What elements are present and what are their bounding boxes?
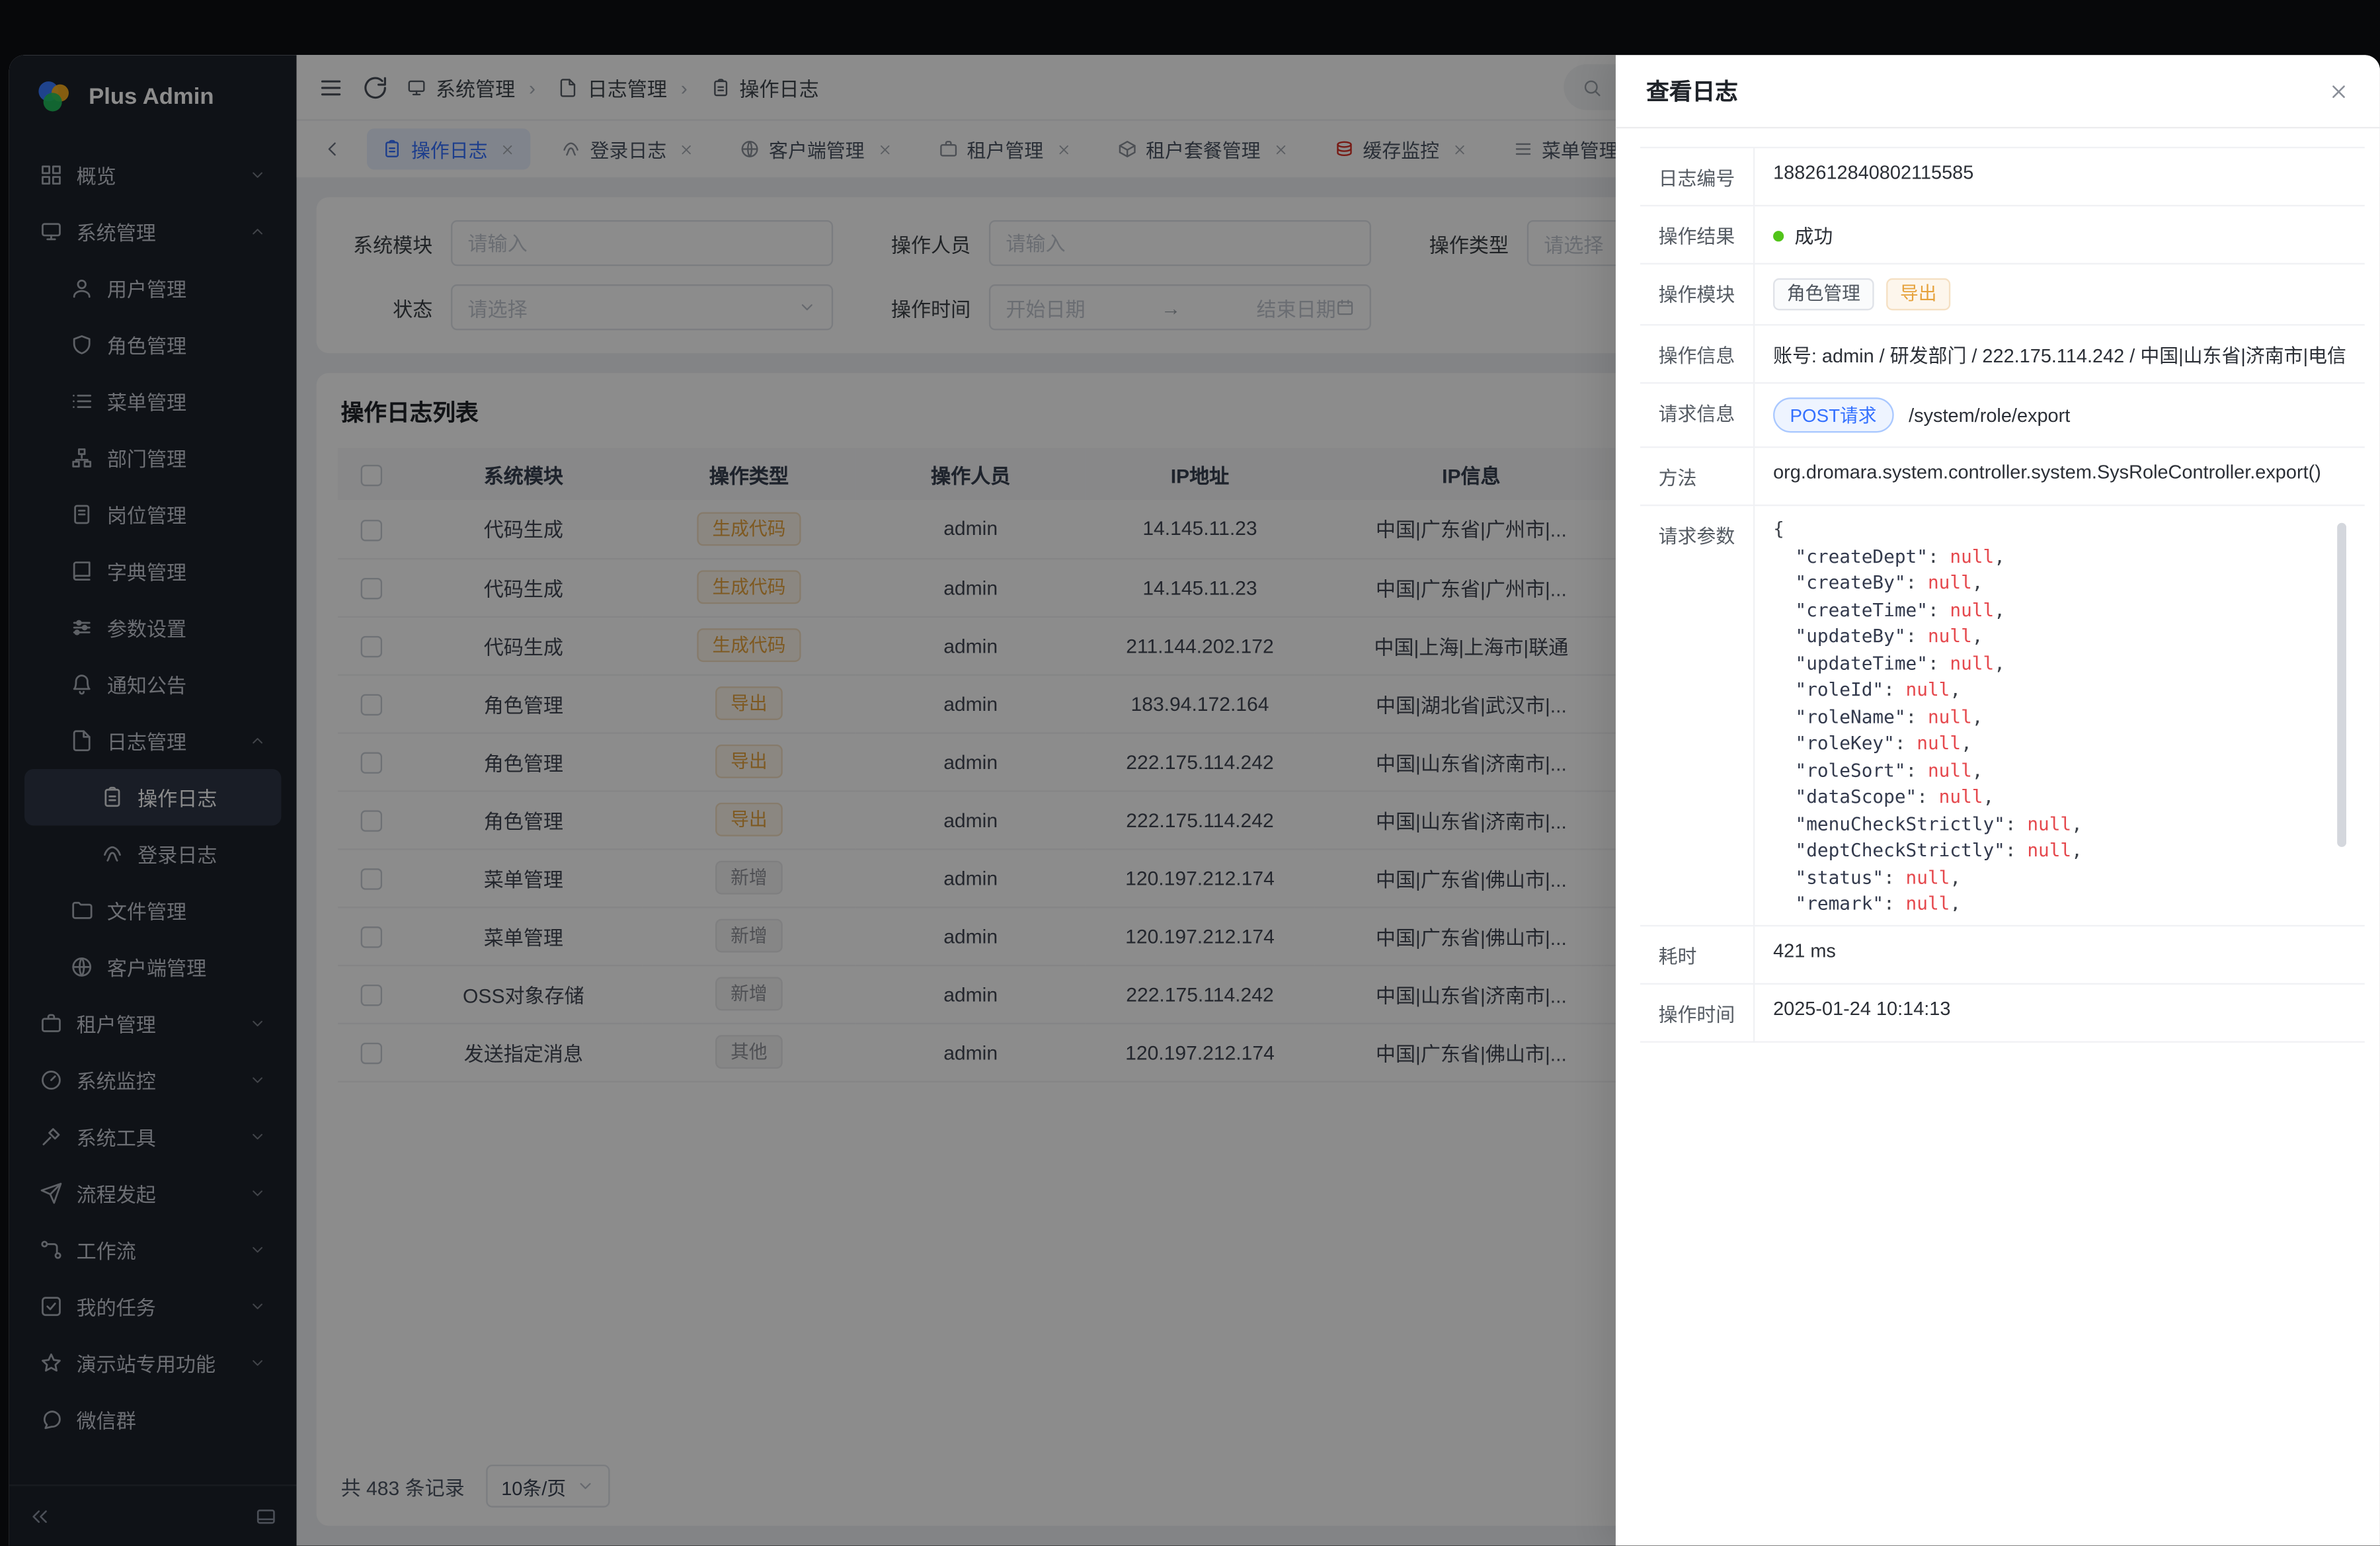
code-line: "roleId": null, [1773, 677, 2346, 704]
code-line: "updateBy": null, [1773, 624, 2346, 650]
request-url: /system/role/export [1909, 405, 2070, 427]
field-label: 日志编号 [1640, 147, 1754, 206]
code-line: "createTime": null, [1773, 597, 2346, 624]
result-value: 成功 [1754, 206, 2364, 264]
module-tag: 角色管理 [1773, 278, 1874, 311]
operation-time-value: 2025-01-24 10:14:13 [1754, 984, 2364, 1042]
field-label: 耗时 [1640, 926, 1754, 984]
field-label: 请求参数 [1640, 505, 1754, 926]
drawer-body: 日志编号 1882612840802115585 操作结果 成功 操作模块 角色… [1616, 128, 2380, 1043]
post-method-tag: POST请求 [1773, 397, 1893, 432]
code-line: "roleSort": null, [1773, 758, 2346, 784]
view-log-drawer: 查看日志 日志编号 1882612840802115585 操作结果 成功 操作… [1616, 55, 2380, 1545]
code-line: "updateTime": null, [1773, 651, 2346, 677]
code-line: "deptCheckStrictly": null, [1773, 838, 2346, 864]
request-params-json[interactable]: { "createDept": null, "createBy": null, … [1773, 516, 2346, 911]
code-line: { [1773, 516, 2346, 543]
field-label: 请求信息 [1640, 383, 1754, 447]
action-tag: 导出 [1886, 278, 1950, 311]
scrollbar-thumb[interactable] [2337, 523, 2346, 847]
field-label: 操作模块 [1640, 264, 1754, 325]
request-info-value: POST请求/system/role/export [1754, 383, 2364, 447]
code-line: "roleName": null, [1773, 704, 2346, 731]
log-id-value: 1882612840802115585 [1754, 147, 2364, 206]
method-value: org.dromara.system.controller.system.Sys… [1754, 447, 2364, 505]
duration-value: 421 ms [1754, 926, 2364, 984]
result-text: 成功 [1794, 226, 1833, 247]
drawer-title: 查看日志 [1646, 75, 1738, 107]
code-line: "menuCheckStrictly": null, [1773, 811, 2346, 838]
code-line: "status": null, [1773, 864, 2346, 891]
code-line: "dataScope": null, [1773, 784, 2346, 811]
code-line: "roleKey": null, [1773, 731, 2346, 757]
code-line: "createBy": null, [1773, 570, 2346, 596]
field-label: 操作结果 [1640, 206, 1754, 264]
field-label: 操作时间 [1640, 984, 1754, 1042]
log-details-table: 日志编号 1882612840802115585 操作结果 成功 操作模块 角色… [1640, 147, 2365, 1043]
field-label: 操作信息 [1640, 325, 1754, 383]
field-label: 方法 [1640, 447, 1754, 505]
app-window: Plus Admin 概览 系统管理 [9, 55, 2380, 1545]
drawer-header: 查看日志 [1616, 55, 2380, 128]
close-icon[interactable] [2328, 80, 2349, 101]
module-value: 角色管理导出 [1754, 264, 2364, 325]
code-line: "createDept": null, [1773, 544, 2346, 570]
screen: Plus Admin 概览 系统管理 [0, 0, 2380, 1546]
request-params-cell: { "createDept": null, "createBy": null, … [1754, 505, 2364, 926]
success-dot [1773, 231, 1784, 241]
operation-info-value: 账号: admin / 研发部门 / 222.175.114.242 / 中国|… [1754, 325, 2364, 383]
code-line: "remark": null, [1773, 891, 2346, 911]
